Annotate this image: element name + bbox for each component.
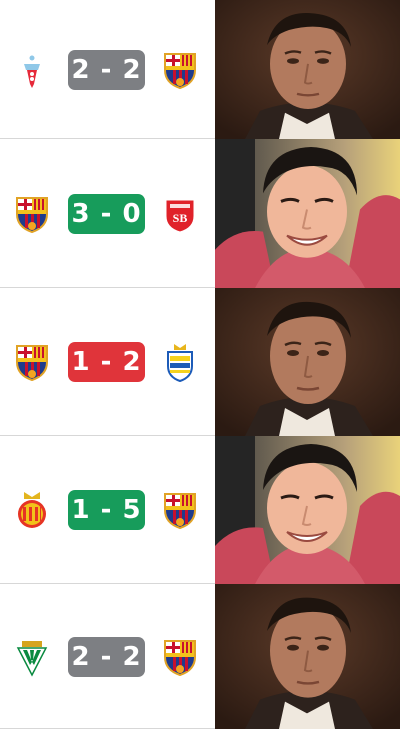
celta-crest-icon <box>14 50 50 90</box>
serious-face-photo <box>215 288 400 436</box>
smiling-face-photo <box>215 436 400 584</box>
reaction-photo <box>215 288 400 436</box>
score-badge: 1 - 2 <box>68 342 145 382</box>
serious-face-photo <box>215 584 400 729</box>
match-row: 3 - 0 <box>0 139 400 288</box>
betis-crest-icon <box>14 637 50 677</box>
match-row: 2 - 2 <box>0 0 400 139</box>
reaction-photo <box>215 0 400 139</box>
score-badge: 3 - 0 <box>68 193 145 234</box>
match-row: 2 - 2 <box>0 584 400 729</box>
serious-face-photo <box>215 0 400 139</box>
mallorca-crest-icon <box>14 490 50 530</box>
smiling-face-photo <box>215 139 400 288</box>
match-result-panel: 3 - 0 <box>0 139 215 288</box>
match-result-panel: 2 - 2 <box>0 584 215 729</box>
reaction-photo <box>215 584 400 729</box>
barcelona-crest-icon <box>162 50 198 90</box>
match-row: 1 - 2 <box>0 288 400 436</box>
reaction-photo <box>215 436 400 584</box>
match-row: 1 - 5 <box>0 436 400 584</box>
match-result-panel: 1 - 2 <box>0 288 215 436</box>
barcelona-crest-icon <box>14 194 50 234</box>
match-result-panel: 1 - 5 <box>0 436 215 584</box>
score-badge: 2 - 2 <box>68 49 145 90</box>
las-palmas-crest-icon <box>162 342 198 382</box>
reaction-photo <box>215 139 400 288</box>
barcelona-crest-icon <box>14 342 50 382</box>
barcelona-crest-icon <box>162 637 198 677</box>
score-badge: 1 - 5 <box>68 490 145 530</box>
brest-crest-icon <box>162 194 198 234</box>
meme-grid: 2 - 2 3 - 0 1 - 2 1 - 5 2 - 2 <box>0 0 400 729</box>
match-result-panel: 2 - 2 <box>0 0 215 139</box>
score-badge: 2 - 2 <box>68 636 145 677</box>
barcelona-crest-icon <box>162 490 198 530</box>
